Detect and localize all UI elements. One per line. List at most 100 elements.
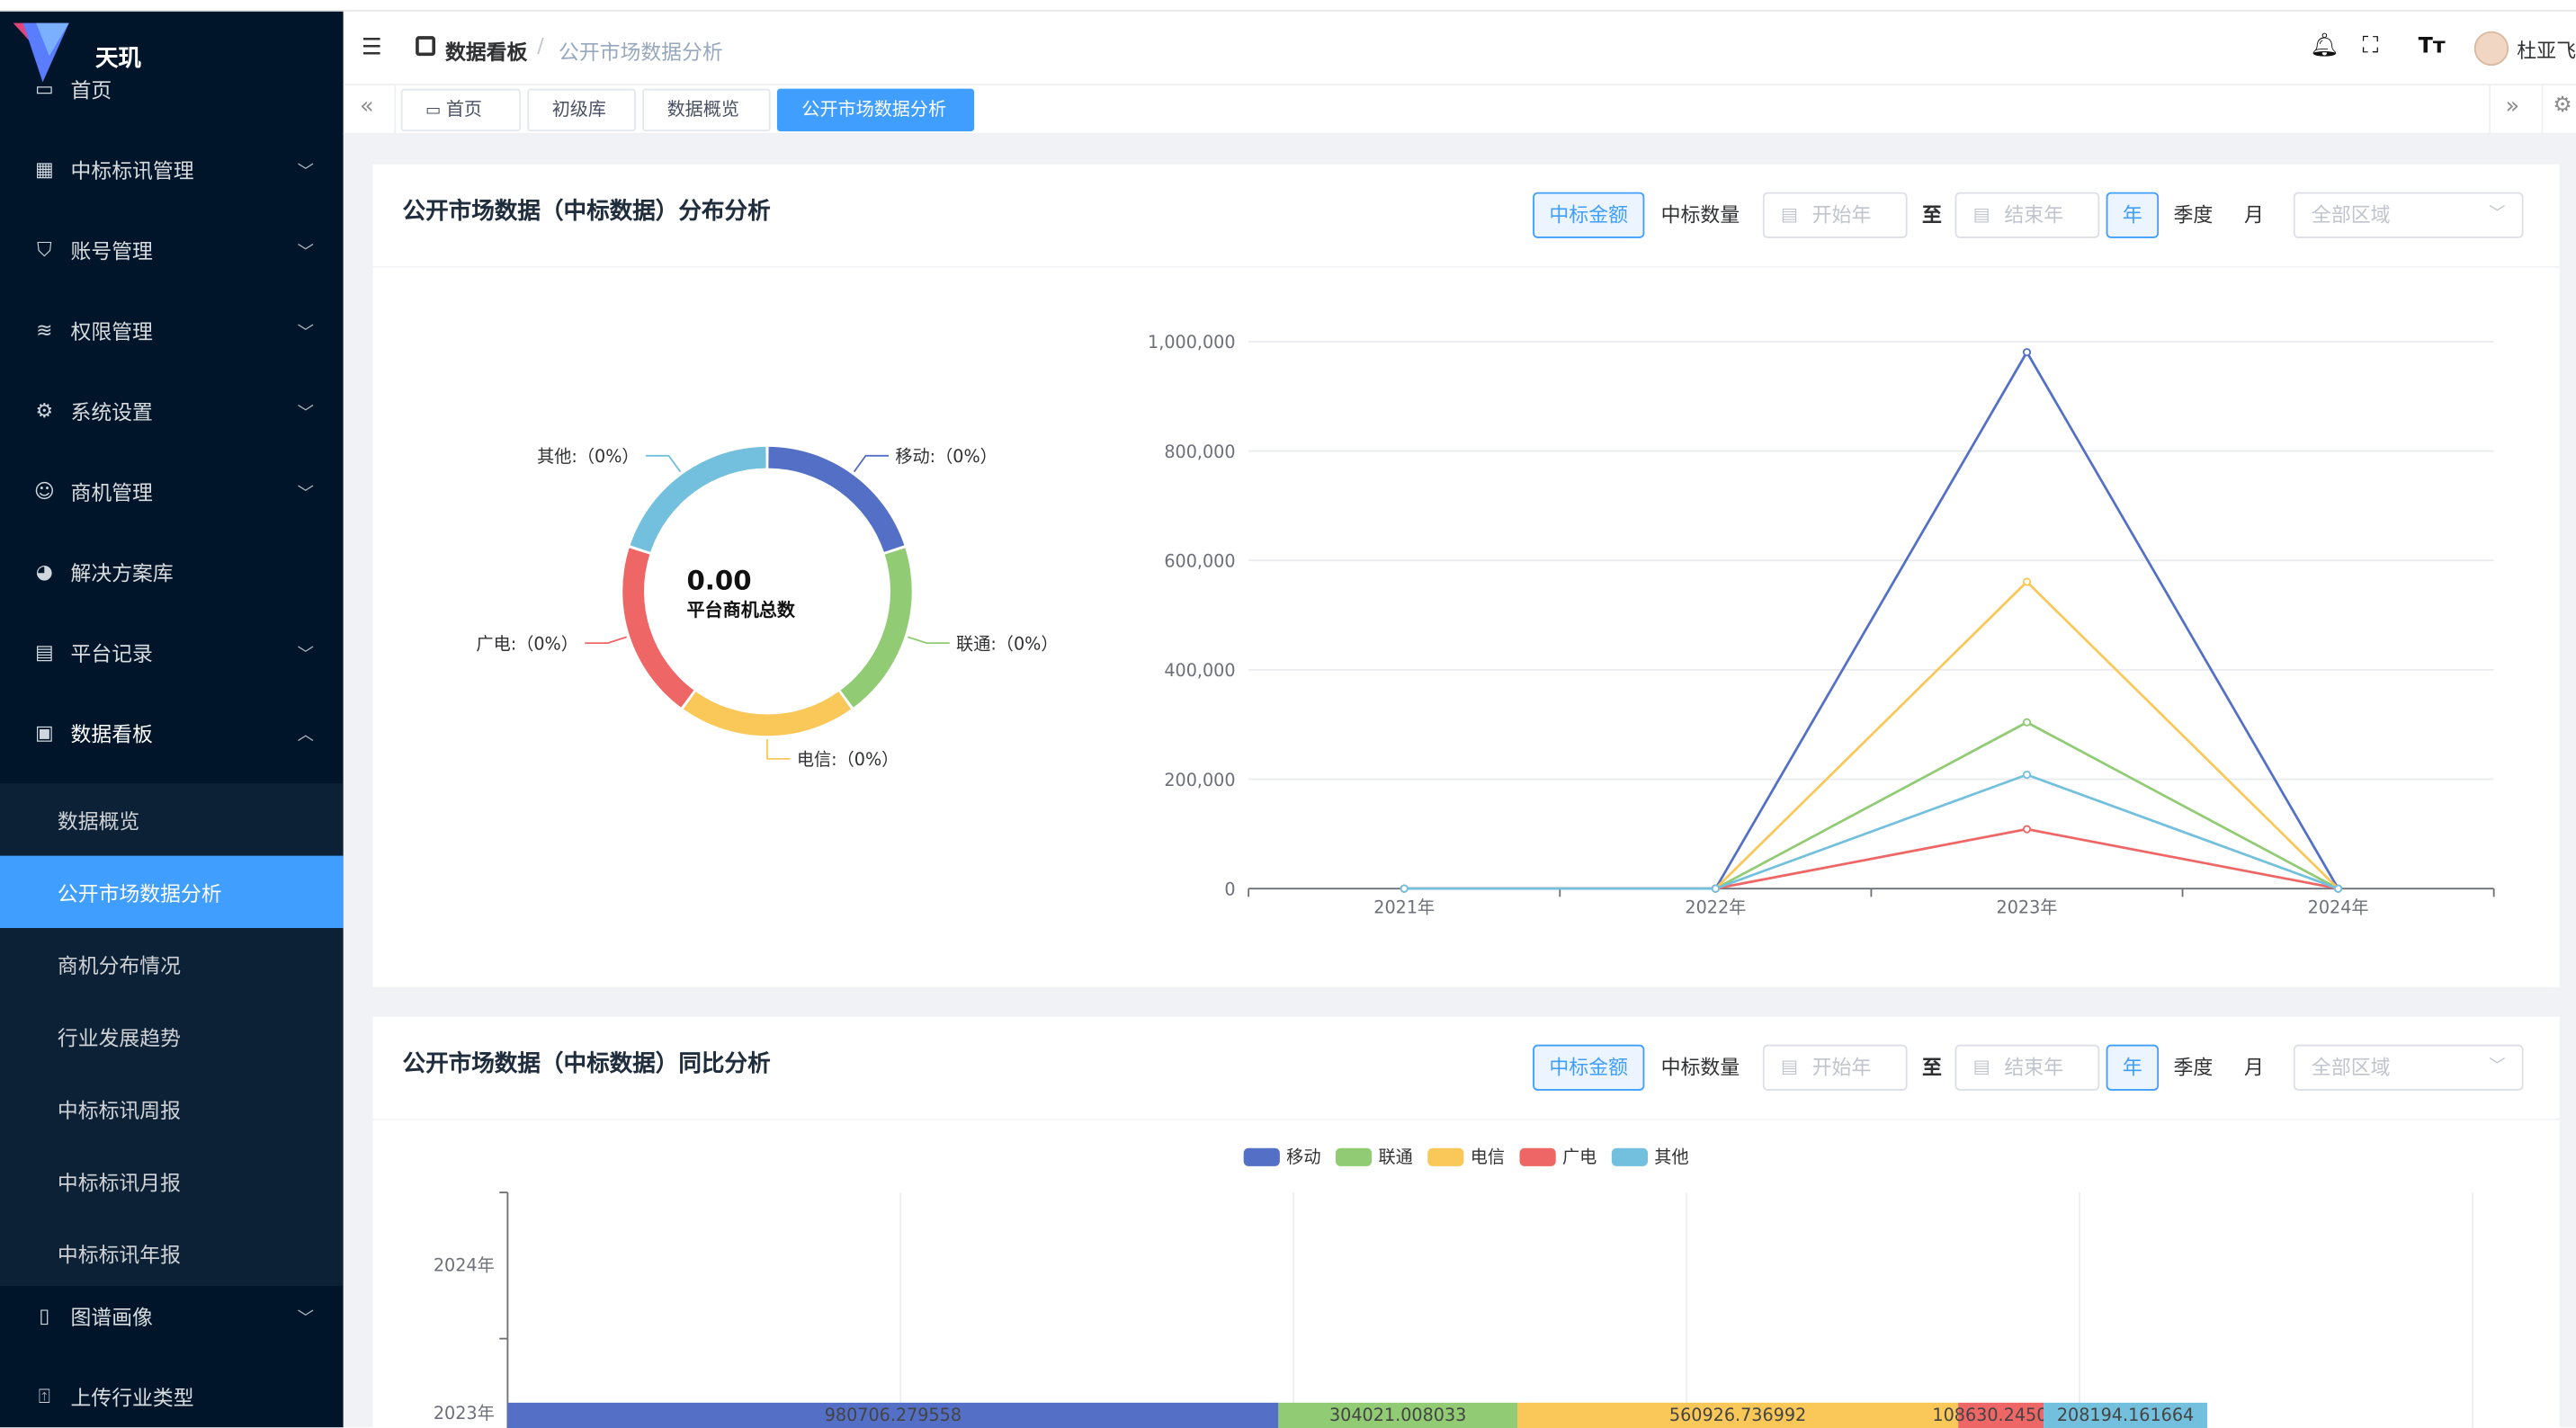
tag-home[interactable]: ▭ 首页 <box>400 88 522 132</box>
end-year-picker[interactable]: ▤ 结束年 <box>1954 1044 2100 1091</box>
submenu-item-monthly-report[interactable]: 中标标讯月报 <box>0 1145 344 1217</box>
sidebar-item-opportunity[interactable]: ☺ 商机管理 ﹀ <box>0 451 344 531</box>
submenu-item-market-analysis[interactable]: 公开市场数据分析 <box>0 855 344 928</box>
double-chevron-right-icon[interactable]: » <box>2505 94 2519 120</box>
calendar-icon: ▤ <box>1780 1056 1798 1078</box>
month-button[interactable]: 月 <box>2230 1045 2279 1091</box>
dashboard-submenu: 数据概览 公开市场数据分析 商机分布情况 行业发展趋势 中标标讯周报 中标标讯月… <box>0 783 344 1287</box>
card-title: 公开市场数据（中标数据）分布分析 <box>402 199 771 226</box>
user-name[interactable]: 杜亚飞 <box>2517 36 2576 64</box>
sidebar-item-label: 商机管理 <box>70 480 153 505</box>
font-size-icon[interactable]: Tт <box>2419 34 2446 58</box>
end-year-placeholder: 结束年 <box>2004 1056 2064 1080</box>
label-line <box>585 636 627 645</box>
fullscreen-icon[interactable]: ⛶ <box>2363 33 2379 59</box>
divider <box>372 265 2560 268</box>
submenu-item-label: 行业发展趋势 <box>57 1025 181 1051</box>
sidebar-item-label: 系统设置 <box>70 399 153 425</box>
people-icon: ☺ <box>33 479 55 503</box>
amount-button[interactable]: 中标金额 <box>1533 192 1645 238</box>
sidebar-item-label: 解决方案库 <box>70 560 174 586</box>
y-tick-label: 200,000 <box>1164 770 1235 790</box>
quarter-button[interactable]: 季度 <box>2165 192 2221 238</box>
calendar-icon: ▤ <box>1972 1056 1990 1078</box>
start-year-placeholder: 开始年 <box>1811 203 1872 228</box>
sidebar-item-solutions[interactable]: ◕ 解决方案库 <box>0 532 344 611</box>
chevron-down-icon: ﹀ <box>297 244 314 263</box>
tags-bar: « ▭ 首页 初级库 数据概览 公开市场数据分析 » ⚙ <box>343 85 2576 135</box>
submenu-item-opportunity-distribution[interactable]: 商机分布情况 <box>0 928 344 1000</box>
chevron-down-icon: ﹀ <box>297 485 314 504</box>
month-button[interactable]: 月 <box>2230 192 2279 238</box>
submenu-item-industry-trend[interactable]: 行业发展趋势 <box>0 1000 344 1072</box>
start-year-picker[interactable]: ▤ 开始年 <box>1762 1044 1908 1091</box>
year-button[interactable]: 年 <box>2106 192 2160 238</box>
start-year-picker[interactable]: ▤ 开始年 <box>1762 192 1908 238</box>
tag-market-analysis[interactable]: 公开市场数据分析 <box>776 88 975 132</box>
sidebar-item-dashboard[interactable]: ▣ 数据看板 ︿ <box>0 693 344 772</box>
monitor-icon: ▭ <box>34 76 54 101</box>
tag-primary-library[interactable]: 初级库 <box>527 88 636 132</box>
sidebar-item-permission[interactable]: ≋ 权限管理 ﹀ <box>0 290 344 370</box>
slice-label: 其他:（0%） <box>537 446 639 467</box>
sidebar-item-graph-profile[interactable]: ▯ 图谱画像 ﹀ <box>0 1276 344 1355</box>
end-year-placeholder: 结束年 <box>2004 203 2064 228</box>
breadcrumb-parent[interactable]: 数据看板 <box>445 34 527 66</box>
slice-label: 联通:（0%） <box>956 633 1058 654</box>
data-point <box>2334 884 2343 893</box>
region-select[interactable]: 全部区域 ﹀ <box>2293 192 2524 238</box>
series-line <box>1404 720 2339 890</box>
y-tick-label: 2023年 <box>434 1403 495 1424</box>
yoy-card: 公开市场数据（中标数据）同比分析 中标金额 中标数量 ▤ 开始年 至 ▤ 结束年 年… <box>372 1016 2560 1428</box>
tag-data-overview[interactable]: 数据概览 <box>642 88 771 132</box>
count-button[interactable]: 中标数量 <box>1648 1045 1753 1091</box>
double-chevron-left-icon[interactable]: « <box>360 94 374 120</box>
avatar[interactable] <box>2473 31 2509 67</box>
sidebar-item-label: 权限管理 <box>70 319 153 344</box>
label-line <box>853 454 890 473</box>
header: ☰ 数据看板 / 公开市场数据分析 🔔︎ ⛶ Tт 杜亚飞 <box>343 11 2576 85</box>
submenu-item-label: 中标标讯周报 <box>57 1098 181 1123</box>
sidebar-item-bid-management[interactable]: ▦ 中标标讯管理 ﹀ <box>0 129 344 209</box>
bell-icon[interactable]: 🔔︎ <box>2310 33 2339 59</box>
chevron-down-icon: ﹀ <box>297 324 314 343</box>
quarter-button[interactable]: 季度 <box>2165 1045 2221 1091</box>
year-button[interactable]: 年 <box>2106 1044 2160 1091</box>
chevron-up-icon: ︿ <box>297 727 314 745</box>
sidebar-item-account[interactable]: ⛉ 账号管理 ﹀ <box>0 210 344 290</box>
bar-label: 980706.279558 <box>825 1405 962 1425</box>
divider <box>2489 85 2491 135</box>
sidebar-item-upload-industry[interactable]: ⍐ 上传行业类型 <box>0 1357 344 1428</box>
sidebar-item-home[interactable]: ▭ 首页 <box>0 49 344 129</box>
sidebar-item-settings[interactable]: ⚙ 系统设置 ﹀ <box>0 371 344 451</box>
donut-slice <box>622 548 694 708</box>
submenu-item-label: 中标标讯年报 <box>57 1242 181 1268</box>
region-placeholder: 全部区域 <box>2311 203 2391 228</box>
legend-label: 其他 <box>1654 1147 1688 1167</box>
count-button[interactable]: 中标数量 <box>1648 192 1753 238</box>
amount-button[interactable]: 中标金额 <box>1533 1044 1645 1091</box>
legend-swatch <box>1243 1147 1280 1166</box>
donut-slice <box>768 446 905 552</box>
sidebar-item-records[interactable]: ▤ 平台记录 ﹀ <box>0 612 344 692</box>
submenu-item-label: 商机分布情况 <box>57 953 181 978</box>
y-tick-label: 1,000,000 <box>1148 332 1236 353</box>
label-line <box>908 636 950 645</box>
divider <box>394 85 397 135</box>
end-year-picker[interactable]: ▤ 结束年 <box>1954 192 2100 238</box>
region-select[interactable]: 全部区域 ﹀ <box>2293 1044 2524 1091</box>
submenu-item-weekly-report[interactable]: 中标标讯周报 <box>0 1073 344 1145</box>
menu-fold-icon[interactable]: ☰ <box>362 34 382 60</box>
grid-icon: ▦ <box>34 157 54 181</box>
stacked-bar-chart: 移动 联通 电信 广电 其他 2023年 2024年 980706.279558 304021.… <box>434 1147 2473 1428</box>
submenu-item-overview[interactable]: 数据概览 <box>0 783 344 855</box>
donut-chart: 移动:（0%） 联通:（0%） 电信:（0%） 广电:（0%） 其他:（0%） 0.00 平… <box>476 446 1058 770</box>
tag-label: 数据概览 <box>666 98 739 120</box>
data-point <box>2022 348 2032 357</box>
label-line <box>766 738 791 760</box>
legend-swatch <box>1335 1147 1373 1166</box>
gear-icon[interactable]: ⚙ <box>2553 94 2572 118</box>
box-icon <box>416 36 436 57</box>
x-tick-label: 2024年 <box>2308 897 2369 918</box>
tag-label: 首页 <box>445 98 483 120</box>
